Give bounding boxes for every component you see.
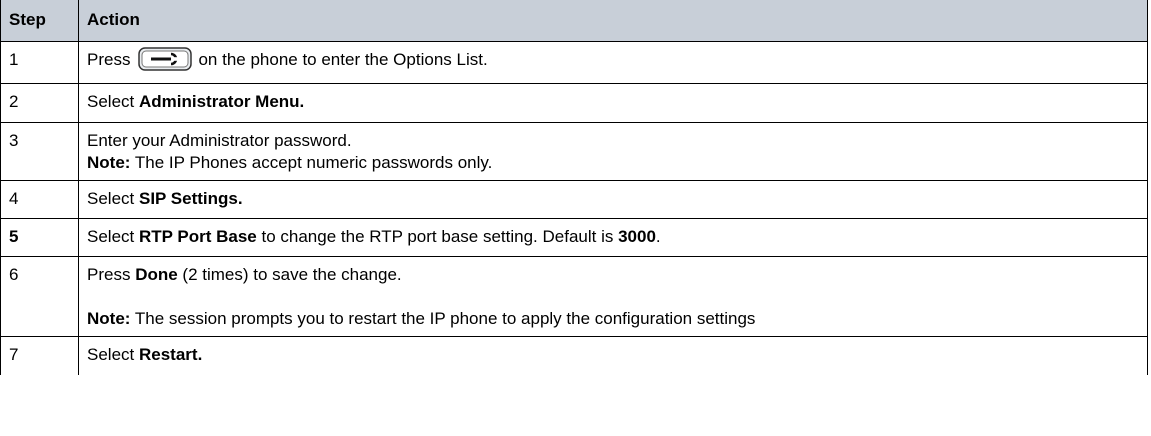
action-cell: Enter your Administrator password. Note:… (78, 122, 1148, 181)
action-text: Select (87, 92, 139, 111)
action-text: (2 times) to save the change. (177, 265, 402, 284)
action-text: . (655, 227, 661, 246)
table-row: 3 Enter your Administrator password. Not… (0, 122, 1148, 181)
step-number: 7 (0, 336, 79, 375)
table-row: 2 Select Administrator Menu. (0, 83, 1148, 123)
action-text: on the phone to enter the Options List. (198, 50, 488, 69)
options-key-icon (138, 46, 193, 71)
action-column-header: Action (78, 0, 1148, 42)
menu-item-name: Administrator Menu. (138, 92, 305, 111)
default-value: 3000 (618, 227, 656, 246)
note-label: Note: (87, 153, 131, 172)
step-column-header: Step (0, 0, 79, 42)
action-text: Press (87, 50, 131, 69)
action-text: Press (87, 265, 136, 284)
step-number: 1 (0, 41, 79, 84)
action-text: Select (87, 227, 139, 246)
note: Note: The session prompts you to restart… (87, 308, 1139, 330)
table-header-row: Step Action (0, 0, 1148, 42)
step-number: 3 (0, 122, 79, 181)
action-cell: Select Administrator Menu. (78, 83, 1148, 123)
step-number: 6 (0, 256, 79, 337)
table-row: 5 Select RTP Port Base to change the RTP… (0, 218, 1148, 257)
action-text: Select (87, 345, 139, 364)
document-page: Step Action 1 Press on the phone to ente… (0, 0, 1151, 436)
menu-item-name: RTP Port Base (138, 227, 257, 246)
step-number: 5 (0, 218, 79, 257)
menu-item-name: SIP Settings. (138, 189, 243, 208)
action-cell: Press on the phone to enter the Options … (78, 41, 1148, 84)
table-row: 1 Press on the phone to enter the Option… (0, 41, 1148, 84)
note-text: The IP Phones accept numeric passwords o… (130, 153, 493, 172)
note-text: The session prompts you to restart the I… (130, 309, 756, 328)
button-name: Done (135, 265, 178, 284)
action-text: Enter your Administrator password. (87, 131, 352, 150)
step-number: 2 (0, 83, 79, 123)
action-cell: Select SIP Settings. (78, 180, 1148, 219)
action-cell: Select RTP Port Base to change the RTP p… (78, 218, 1148, 257)
note-label: Note: (87, 309, 131, 328)
note: Note: The IP Phones accept numeric passw… (87, 152, 1139, 174)
action-cell: Select Restart. (78, 336, 1148, 375)
table-row: 7 Select Restart. (0, 336, 1148, 375)
action-text: Select (87, 189, 139, 208)
procedure-table: Step Action 1 Press on the phone to ente… (0, 0, 1148, 375)
action-text: to change the RTP port base setting. Def… (256, 227, 619, 246)
step-number: 4 (0, 180, 79, 219)
action-cell: Press Done (2 times) to save the change.… (78, 256, 1148, 337)
menu-item-name: Restart. (138, 345, 203, 364)
table-row: 6 Press Done (2 times) to save the chang… (0, 256, 1148, 337)
table-row: 4 Select SIP Settings. (0, 180, 1148, 219)
